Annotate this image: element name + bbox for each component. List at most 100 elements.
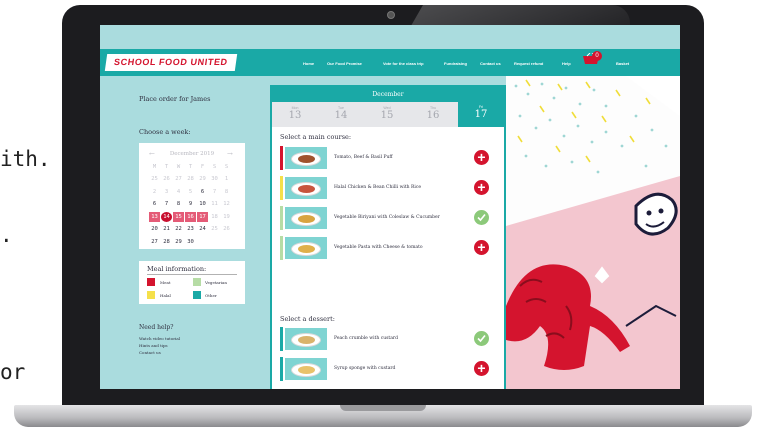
calendar-day[interactable]: 6 xyxy=(197,187,208,197)
calendar-day[interactable]: 26 xyxy=(161,174,172,184)
add-plus-icon[interactable]: + xyxy=(474,180,489,195)
legend-swatch-vegetarian xyxy=(193,278,201,286)
nav-contact[interactable]: Contact us xyxy=(480,61,501,66)
calendar-day[interactable]: 25 xyxy=(149,174,160,184)
selected-check-icon[interactable] xyxy=(474,210,489,225)
calendar-day[interactable]: 5 xyxy=(185,187,196,197)
calendar-weekday: M xyxy=(152,164,157,170)
meal-information: Meal information: Meat Vegetarian Halal … xyxy=(139,261,245,304)
calendar-day[interactable]: 26 xyxy=(221,224,232,234)
day-name: Fri xyxy=(478,105,484,109)
calendar-day[interactable]: 10 xyxy=(197,199,208,209)
legend-label-halal: Halal xyxy=(160,293,171,298)
calendar-weekday: W xyxy=(176,164,181,170)
calendar-next-icon[interactable]: → xyxy=(227,150,233,158)
day-name: Wed xyxy=(383,106,391,110)
calendar-day[interactable]: 29 xyxy=(197,174,208,184)
calendar-day[interactable]: 17 xyxy=(197,211,208,222)
meal-type-tag xyxy=(280,327,283,351)
calendar-day[interactable]: 7 xyxy=(161,199,172,209)
add-plus-icon[interactable]: + xyxy=(474,361,489,376)
add-plus-icon[interactable]: + xyxy=(474,240,489,255)
calendar-day[interactable]: 13 xyxy=(149,211,160,222)
calendar-day[interactable]: 4 xyxy=(173,187,184,197)
selected-check-icon[interactable] xyxy=(474,331,489,346)
calendar-day[interactable]: 19 xyxy=(221,212,232,222)
help-link-video[interactable]: Watch video tutorial xyxy=(139,336,180,341)
dish-image xyxy=(285,147,327,169)
main-course-item[interactable]: Halal Chicken & Bean Chilli with Rice + xyxy=(280,176,496,200)
day-tab-wed[interactable]: Wed 15 xyxy=(364,102,410,127)
nav-refund[interactable]: Request refund xyxy=(514,61,543,66)
food-icon xyxy=(298,245,315,253)
calendar-day[interactable]: 28 xyxy=(161,237,172,247)
calendar-day[interactable]: 8 xyxy=(221,187,232,197)
calendar-day[interactable]: 28 xyxy=(185,174,196,184)
meal-type-tag xyxy=(280,206,283,230)
help-title: Need help? xyxy=(139,324,174,331)
nav-home[interactable]: Home xyxy=(303,61,314,66)
order-panel: December Mon 13 Tue 14 Wed 15 Thu 16 Fri 17 S… xyxy=(270,85,506,389)
calendar-day[interactable]: 25 xyxy=(209,224,220,234)
calendar-day[interactable]: 2 xyxy=(149,187,160,197)
nav-food-promise[interactable]: Our Food Promise xyxy=(327,61,362,66)
main-course-item[interactable]: Tomato, Beef & Basil Puff + xyxy=(280,146,496,170)
calendar-day[interactable]: 3 xyxy=(161,187,172,197)
day-name: Tue xyxy=(338,106,344,110)
calendar-day[interactable]: 29 xyxy=(173,237,184,247)
dessert-item[interactable]: Syrup sponge with custard + xyxy=(280,357,496,381)
calendar-day[interactable]: 24 xyxy=(197,224,208,234)
main-course-item[interactable]: Vegetable Pasta with Cheese & tomato + xyxy=(280,236,496,260)
calendar-day[interactable]: 7 xyxy=(209,187,220,197)
legend-label-meat: Meat xyxy=(160,280,171,285)
choose-week-label: Choose a week: xyxy=(139,128,191,136)
site-logo[interactable]: SCHOOL FOOD UNITED xyxy=(104,54,237,71)
calendar-day[interactable]: 18 xyxy=(209,212,220,222)
food-icon xyxy=(298,185,315,193)
calendar-day[interactable]: 23 xyxy=(185,224,196,234)
calendar-day[interactable]: 8 xyxy=(173,199,184,209)
order-title: Place order for James xyxy=(139,95,211,103)
calendar-day[interactable]: 12 xyxy=(221,199,232,209)
meal-type-tag xyxy=(280,176,283,200)
nav-fundraising[interactable]: Fundraising xyxy=(444,61,467,66)
day-tab-thu[interactable]: Thu 16 xyxy=(410,102,456,127)
calendar-weekday: S xyxy=(224,164,229,170)
calendar-day[interactable]: 9 xyxy=(185,199,196,209)
calendar-day[interactable]: 27 xyxy=(149,237,160,247)
dish-name: Tomato, Beef & Basil Puff xyxy=(334,155,393,160)
calendar-day[interactable]: 11 xyxy=(209,199,220,209)
background-text-1: ith. xyxy=(0,147,51,171)
calendar-day[interactable]: 21 xyxy=(161,224,172,234)
meal-divider xyxy=(147,274,237,275)
day-tab-mon[interactable]: Mon 13 xyxy=(272,102,318,127)
dessert-item[interactable]: Peach crumble with custard xyxy=(280,327,496,351)
calendar-weekday: T xyxy=(188,164,193,170)
day-tab-fri[interactable]: Fri 17 xyxy=(458,98,504,127)
nav-help[interactable]: Help xyxy=(562,61,571,66)
calendar-day[interactable]: 27 xyxy=(173,174,184,184)
calendar-day[interactable]: 1 xyxy=(221,174,232,184)
nav-class-trip[interactable]: Vote for the class trip xyxy=(383,61,424,66)
calendar-day[interactable]: 30 xyxy=(185,237,196,247)
calendar-day[interactable]: 20 xyxy=(149,224,160,234)
calendar-weekday: T xyxy=(164,164,169,170)
help-link-contact[interactable]: Contact us xyxy=(139,350,161,355)
help-link-hints[interactable]: Hints and tips xyxy=(139,343,168,348)
calendar-day[interactable]: 15 xyxy=(173,211,184,222)
meal-information-title: Meal information: xyxy=(147,265,207,273)
calendar-day[interactable]: 22 xyxy=(173,224,184,234)
add-plus-icon[interactable]: + xyxy=(474,150,489,165)
main-course-item[interactable]: Vegetable Biriyani with Coleslaw & Cucum… xyxy=(280,206,496,230)
day-date: 13 xyxy=(288,110,302,121)
basket-label[interactable]: Basket xyxy=(616,61,629,66)
dish-image xyxy=(285,177,327,199)
dish-name: Vegetable Biriyani with Coleslaw & Cucum… xyxy=(334,215,440,220)
meal-type-tag xyxy=(280,236,283,260)
calendar-day[interactable]: 14 xyxy=(161,211,172,222)
calendar-day[interactable]: 16 xyxy=(185,211,196,222)
calendar-day[interactable]: 30 xyxy=(209,174,220,184)
webcam xyxy=(387,11,395,19)
calendar-day[interactable]: 6 xyxy=(149,199,160,209)
day-tab-tue[interactable]: Tue 14 xyxy=(318,102,364,127)
